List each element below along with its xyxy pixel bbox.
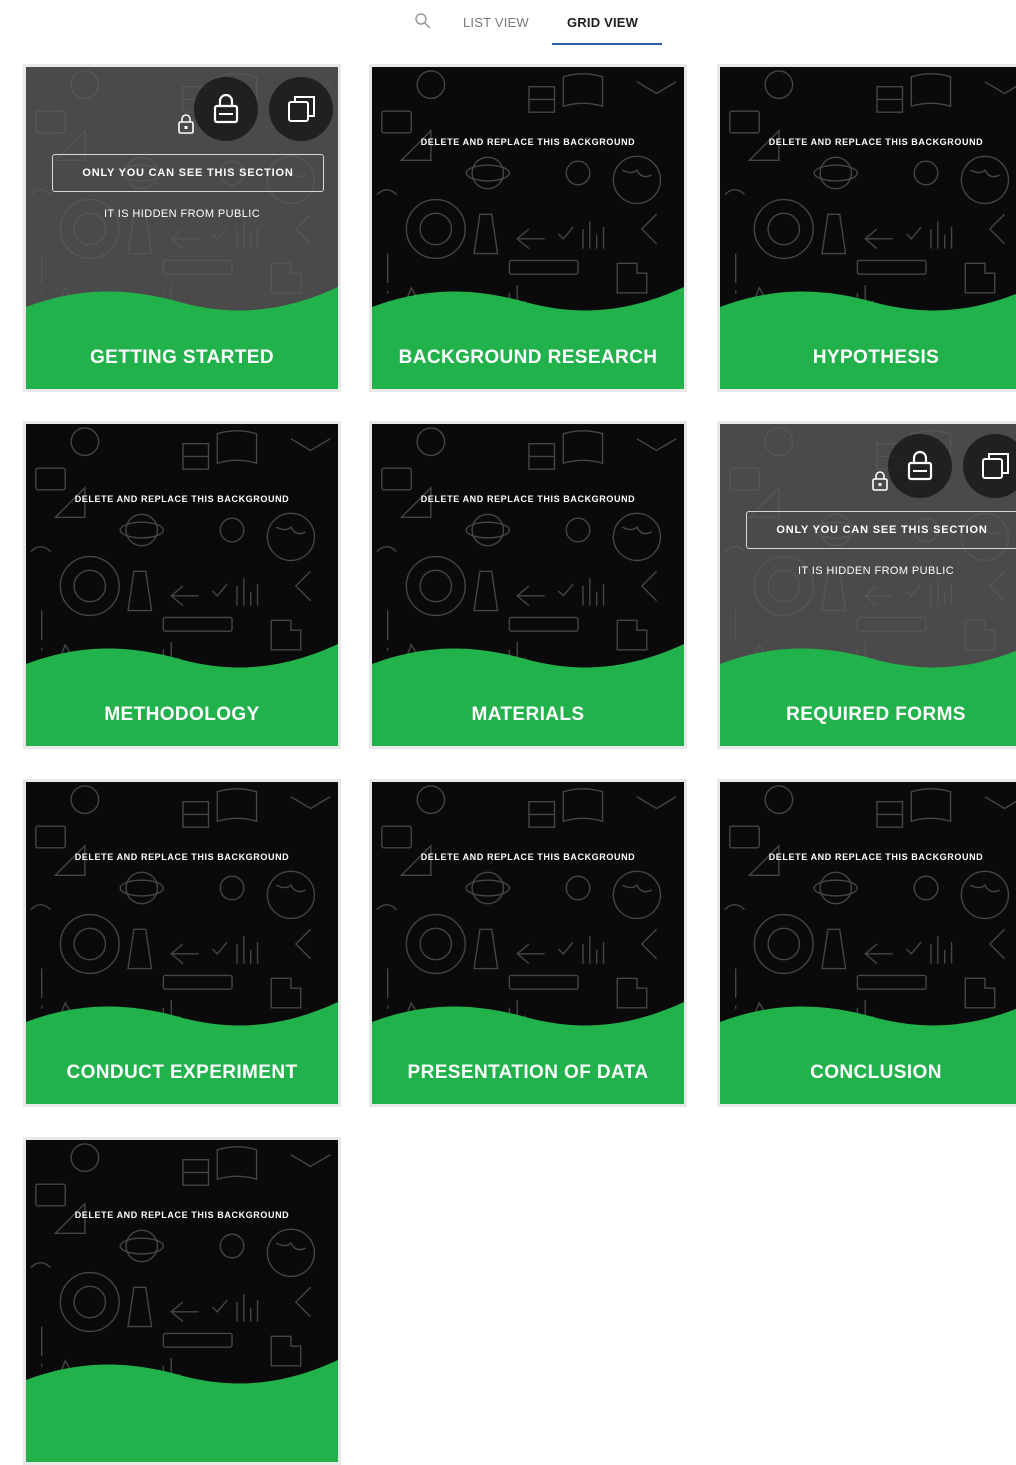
section-card[interactable]: ONLY YOU CAN SEE THIS SECTION IT IS HIDD… bbox=[23, 64, 341, 392]
hidden-notice-title: ONLY YOU CAN SEE THIS SECTION bbox=[746, 511, 1016, 549]
hidden-notice-subtitle: IT IS HIDDEN FROM PUBLIC bbox=[797, 565, 955, 577]
card-wave bbox=[720, 648, 1016, 746]
section-card[interactable]: DELETE AND REPLACE THIS BACKGROUND MATER… bbox=[369, 421, 687, 749]
lock-icon bbox=[872, 471, 888, 491]
card-wave bbox=[26, 644, 338, 746]
card-title: MATERIALS bbox=[471, 704, 585, 725]
active-tab-indicator bbox=[552, 43, 662, 45]
background-placeholder-note: DELETE AND REPLACE THIS BACKGROUND bbox=[768, 852, 984, 862]
card-wave bbox=[372, 287, 684, 389]
card-title: CONCLUSION bbox=[810, 1062, 942, 1083]
section-card[interactable]: DELETE AND REPLACE THIS BACKGROUND BACKG… bbox=[369, 64, 687, 392]
background-placeholder-note: DELETE AND REPLACE THIS BACKGROUND bbox=[74, 1210, 290, 1220]
card-title: PRESENTATION OF DATA bbox=[407, 1062, 649, 1083]
lock-icon bbox=[178, 114, 194, 134]
background-placeholder-note: DELETE AND REPLACE THIS BACKGROUND bbox=[420, 852, 636, 862]
card-title: CONDUCT EXPERIMENT bbox=[66, 1062, 298, 1083]
card-title: BACKGROUND RESEARCH bbox=[398, 347, 658, 368]
section-card[interactable]: DELETE AND REPLACE THIS BACKGROUND bbox=[23, 1137, 341, 1465]
section-card[interactable]: ONLY YOU CAN SEE THIS SECTION IT IS HIDD… bbox=[717, 421, 1016, 749]
background-placeholder-note: DELETE AND REPLACE THIS BACKGROUND bbox=[74, 852, 290, 862]
background-placeholder-note: DELETE AND REPLACE THIS BACKGROUND bbox=[420, 137, 636, 147]
tab-list-view[interactable]: LIST VIEW bbox=[463, 15, 529, 30]
hidden-notice-subtitle: IT IS HIDDEN FROM PUBLIC bbox=[103, 208, 261, 220]
section-card[interactable]: DELETE AND REPLACE THIS BACKGROUND METHO… bbox=[23, 421, 341, 749]
card-wave bbox=[372, 1002, 684, 1104]
card-wave bbox=[720, 1006, 1016, 1104]
section-card[interactable]: DELETE AND REPLACE THIS BACKGROUND HYPOT… bbox=[717, 64, 1016, 392]
tab-grid-view[interactable]: GRID VIEW bbox=[567, 15, 638, 30]
background-placeholder-note: DELETE AND REPLACE THIS BACKGROUND bbox=[420, 494, 636, 504]
lock-icon bbox=[907, 450, 933, 481]
visibility-lock-button[interactable] bbox=[194, 77, 258, 141]
search-icon[interactable] bbox=[414, 12, 432, 30]
section-card[interactable]: DELETE AND REPLACE THIS BACKGROUND CONCL… bbox=[717, 779, 1016, 1107]
section-card[interactable]: DELETE AND REPLACE THIS BACKGROUND CONDU… bbox=[23, 779, 341, 1107]
duplicate-button[interactable] bbox=[269, 77, 333, 141]
card-title: GETTING STARTED bbox=[89, 347, 275, 368]
background-placeholder-note: DELETE AND REPLACE THIS BACKGROUND bbox=[74, 494, 290, 504]
card-wave bbox=[26, 1360, 338, 1462]
section-card[interactable]: DELETE AND REPLACE THIS BACKGROUND PRESE… bbox=[369, 779, 687, 1107]
card-wave bbox=[26, 1002, 338, 1104]
card-wave bbox=[372, 644, 684, 746]
hidden-notice-title: ONLY YOU CAN SEE THIS SECTION bbox=[52, 154, 324, 192]
card-title: REQUIRED FORMS bbox=[786, 704, 966, 725]
card-title: HYPOTHESIS bbox=[812, 347, 940, 368]
lock-icon bbox=[213, 93, 239, 124]
duplicate-icon bbox=[288, 96, 315, 122]
card-title: METHODOLOGY bbox=[104, 704, 260, 725]
visibility-lock-button[interactable] bbox=[888, 434, 952, 498]
card-wave bbox=[26, 287, 338, 389]
duplicate-icon bbox=[982, 453, 1009, 479]
background-placeholder-note: DELETE AND REPLACE THIS BACKGROUND bbox=[768, 137, 984, 147]
card-wave bbox=[720, 291, 1016, 389]
view-switcher: LIST VIEW GRID VIEW bbox=[0, 0, 1016, 50]
